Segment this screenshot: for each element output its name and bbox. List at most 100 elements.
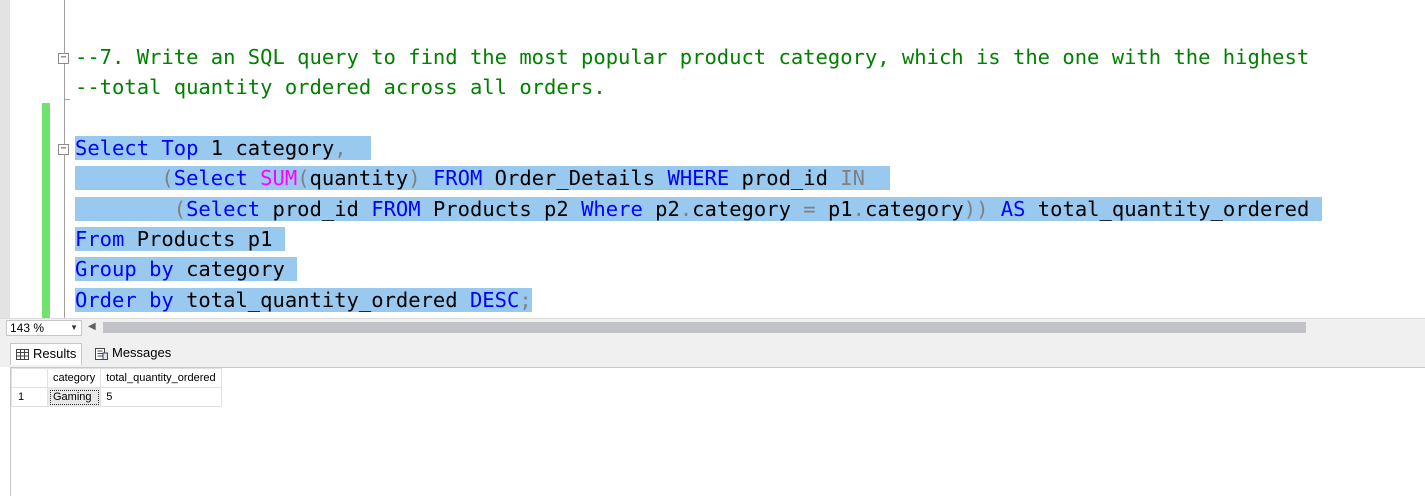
grid-icon — [16, 349, 29, 361]
grid-header-row: category total_quantity_ordered — [11, 368, 222, 388]
tab-results-label: Results — [33, 346, 77, 361]
zoom-level-select[interactable]: 143 % ▼ — [6, 320, 82, 336]
tab-messages[interactable]: Messages — [90, 343, 176, 365]
keyword: Group — [75, 257, 137, 281]
code-token: prod_id — [729, 166, 841, 190]
selected-text: Select Top 1 category, — [75, 136, 372, 160]
chevron-down-icon[interactable]: ▼ — [70, 321, 78, 335]
selection-pad — [865, 166, 890, 190]
grid-cell-total-quantity[interactable]: 5 — [100, 387, 222, 407]
collapse-query-icon[interactable]: − — [58, 144, 69, 155]
collapse-comment-icon[interactable]: − — [58, 53, 69, 64]
operator: ( — [161, 166, 174, 190]
editor-margin — [10, 0, 36, 318]
code-token: p2 — [642, 197, 680, 221]
keyword: WHERE — [667, 166, 730, 190]
keyword: FROM — [432, 166, 483, 190]
horizontal-scrollbar-thumb[interactable] — [103, 322, 1306, 333]
results-grid: category total_quantity_ordered 1 Gaming… — [11, 368, 222, 407]
code-token: Products p1 — [124, 227, 273, 251]
row-number-header[interactable] — [11, 368, 48, 388]
keyword: Top — [161, 136, 199, 160]
code-line-4[interactable]: (Select SUM(quantity) FROM Order_Details… — [75, 163, 890, 193]
keyword: FROM — [371, 197, 421, 221]
operator: , — [334, 136, 347, 160]
code-token: total_quantity_ordered — [173, 288, 470, 312]
code-line-2[interactable]: --total quantity ordered across all orde… — [75, 72, 606, 102]
selected-text: (Select SUM(quantity) FROM Order_Details… — [75, 166, 890, 190]
keyword: by — [149, 257, 174, 281]
code-token: p1 — [815, 197, 853, 221]
keyword: AS — [1000, 197, 1026, 221]
keyword: Order — [75, 288, 137, 312]
code-line-5[interactable]: (Select prod_id FROM Products p2 Where p… — [75, 194, 1322, 224]
results-pane: category total_quantity_ordered 1 Gaming… — [10, 367, 1425, 496]
zoom-scroll-bar: 143 % ▼ ◀ — [0, 318, 1425, 337]
selection-pad — [285, 257, 297, 281]
comment-text: --7. Write an SQL query to find the most… — [75, 45, 1310, 69]
operator: ( — [173, 197, 187, 221]
code-token: category — [692, 197, 804, 221]
keyword: From — [75, 227, 125, 251]
selected-text: From Products p1 — [75, 227, 285, 251]
operator: )) — [963, 197, 989, 221]
editor-left-gutter — [0, 0, 10, 318]
selection-pad — [347, 136, 372, 160]
tab-messages-label: Messages — [112, 345, 172, 360]
zoom-level-value: 143 % — [10, 321, 45, 335]
keyword: Select — [75, 136, 150, 160]
code-token: category — [864, 197, 964, 221]
code-line-1[interactable]: --7. Write an SQL query to find the most… — [75, 42, 1309, 72]
selection-pad — [1309, 197, 1321, 221]
selected-text: Group by category — [75, 257, 298, 281]
column-header-category[interactable]: category — [46, 368, 102, 388]
selected-text: Order by total_quantity_ordered DESC; — [75, 288, 532, 312]
operator: ( — [297, 166, 310, 190]
code-token: 1 category — [198, 136, 335, 160]
scroll-left-arrow-icon[interactable]: ◀ — [88, 321, 96, 332]
keyword: Where — [581, 197, 643, 221]
operator: ) — [408, 166, 421, 190]
code-token: quantity — [309, 166, 409, 190]
code-line-7[interactable]: Group by category — [75, 254, 298, 284]
keyword: Select — [173, 166, 248, 190]
table-row: 1 Gaming 5 — [11, 387, 222, 407]
keyword: Select — [186, 197, 261, 221]
column-header-total-quantity-ordered[interactable]: total_quantity_ordered — [100, 368, 222, 388]
row-number[interactable]: 1 — [11, 387, 48, 407]
outline-end-tick — [64, 99, 70, 100]
results-tab-bar: Results Messages — [0, 337, 1425, 367]
selection-pad — [272, 227, 284, 251]
code-token: category — [173, 257, 285, 281]
tab-results[interactable]: Results — [10, 343, 83, 365]
operator: = — [803, 197, 816, 221]
operator: . — [852, 197, 865, 221]
selected-text: (Select prod_id FROM Products p2 Where p… — [75, 197, 1322, 221]
code-token: prod_id — [260, 197, 372, 221]
code-line-8[interactable]: Order by total_quantity_ordered DESC; — [75, 285, 532, 315]
operator: IN — [840, 166, 865, 190]
keyword: by — [149, 288, 174, 312]
operator: . — [679, 197, 693, 221]
code-line-3[interactable]: Select Top 1 category, — [75, 133, 372, 163]
outline-guide-line — [64, 0, 65, 318]
query-editor[interactable]: − − --7. Write an SQL query to find the … — [0, 0, 1425, 318]
change-tracking-bar — [42, 103, 50, 318]
comment-text: --total quantity ordered across all orde… — [75, 75, 606, 99]
messages-icon — [95, 347, 108, 360]
function-name: SUM — [260, 166, 298, 190]
grid-cell-category[interactable]: Gaming — [46, 387, 102, 407]
code-token: Products p2 — [420, 197, 582, 221]
code-line-6[interactable]: From Products p1 — [75, 224, 285, 254]
keyword: DESC — [469, 288, 520, 312]
code-token: total_quantity_ordered — [1025, 197, 1310, 221]
operator: ; — [519, 288, 532, 312]
